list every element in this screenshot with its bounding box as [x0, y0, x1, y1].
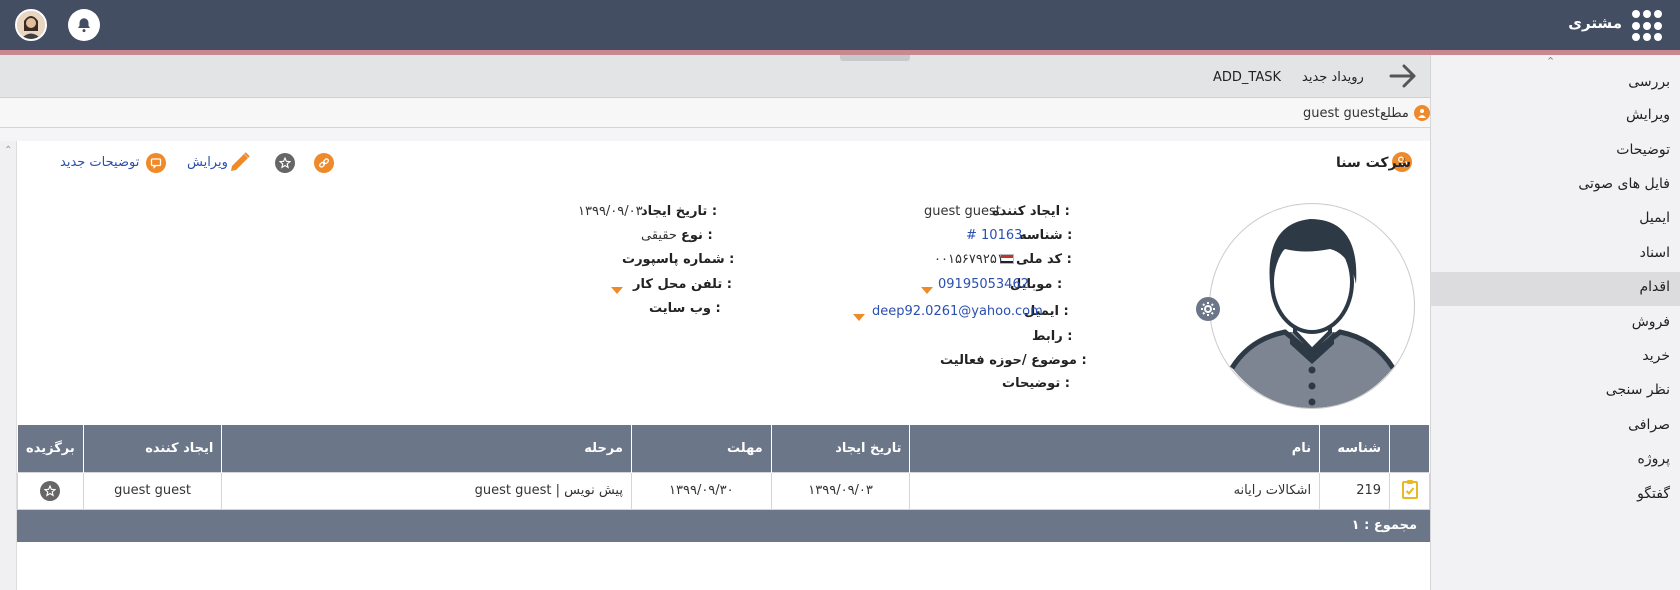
followers-label: مطلع — [1380, 106, 1409, 121]
mobile-value[interactable]: 09195053462 — [938, 277, 1029, 292]
subject-label: موضوع /حوزه فعالیت : — [940, 353, 1087, 368]
website-label: وب سایت : — [649, 301, 721, 316]
email-dropdown-caret-icon[interactable] — [853, 310, 865, 325]
actions-table: شناسه نام تاریخ ایجاد مهلت مرحله ایجاد ک… — [17, 425, 1430, 510]
pencil-icon[interactable] — [228, 150, 252, 178]
cell-created: ۱۳۹۹/۰۹/۰۳ — [770, 471, 911, 510]
sidebar-item-review[interactable]: بررسی — [1628, 74, 1670, 90]
sidebar-item-documents[interactable]: اسناد — [1640, 245, 1670, 261]
type-label: نوع : — [681, 228, 713, 243]
creator-label: ایجاد کننده : — [992, 204, 1070, 219]
link-icon[interactable] — [314, 153, 334, 173]
sidebar-item-notes[interactable]: توضیحات — [1616, 142, 1670, 158]
created-date-value: ۱۳۹۹/۰۹/۰۳ — [578, 204, 643, 219]
user-avatar[interactable] — [15, 9, 47, 41]
national-code-label: کد ملی : — [1016, 252, 1072, 267]
mobile-dropdown-caret-icon[interactable] — [921, 283, 933, 298]
table-footer: مجموع : ۱ — [17, 510, 1430, 542]
notifications-bell-icon[interactable] — [68, 9, 100, 41]
national-code-value: ۰۰۱۵۶۷۹۲۵۱ — [934, 252, 1004, 267]
new-event-button[interactable]: رویداد جدید — [1302, 70, 1364, 85]
chevron-up-icon[interactable]: ⌃ — [1546, 55, 1555, 68]
sidebar-item-survey[interactable]: نظر سنجی — [1606, 382, 1670, 398]
cell-creator: guest guest — [82, 471, 223, 510]
table-total: مجموع : ۱ — [1351, 518, 1417, 533]
profile-picture[interactable] — [1209, 203, 1415, 409]
table-row[interactable]: 219 اشکالات رایانه ۱۳۹۹/۰۹/۰۳ ۱۳۹۹/۰۹/۳۰… — [17, 471, 1430, 510]
table-header-id[interactable]: شناسه — [1319, 425, 1391, 472]
work-phone-label: تلفن محل کار : — [633, 277, 732, 292]
toolbar-collapse-handle[interactable] — [840, 55, 910, 61]
table-header-creator[interactable]: ایجاد کننده — [82, 425, 223, 472]
add-task-button[interactable]: ADD_TASK — [1213, 70, 1281, 85]
app-title: مشتری — [1568, 14, 1622, 32]
creator-value: guest guest — [924, 204, 1001, 219]
passport-label: شماره پاسپورت : — [622, 252, 735, 267]
work-phone-dropdown-caret-icon[interactable] — [611, 283, 623, 298]
comment-icon[interactable] — [146, 153, 166, 173]
email-value[interactable]: deep92.0261@yahoo.com — [872, 304, 1043, 319]
apps-grid-icon[interactable] — [1632, 10, 1664, 42]
follower-user[interactable]: guest guest — [1303, 106, 1380, 121]
sidebar-item-project[interactable]: پروژه — [1638, 451, 1670, 467]
sidebar-item-exchange[interactable]: صرافی — [1628, 417, 1670, 433]
sidebar-item-audio[interactable]: فایل های صوتی — [1578, 176, 1670, 192]
id-label: شناسه : — [1019, 228, 1073, 243]
arrow-right-icon[interactable] — [1388, 62, 1418, 94]
scrollbar[interactable]: ⌃ — [0, 141, 17, 590]
liaison-label: رابط : — [1032, 329, 1073, 344]
cell-id: 219 — [1319, 471, 1391, 510]
followers-bar — [0, 98, 1430, 128]
table-header-deadline[interactable]: مهلت — [630, 425, 772, 472]
table-header-created[interactable]: تاریخ ایجاد — [770, 425, 911, 472]
cell-stage: پیش نویس | guest guest — [221, 471, 632, 510]
new-notes-button[interactable]: توضیحات جدید — [60, 155, 139, 170]
sidebar-item-purchase[interactable]: خرید — [1642, 348, 1670, 364]
table-header-icon — [1389, 425, 1430, 472]
sidebar-item-actions[interactable]: اقدام — [1640, 279, 1671, 295]
table-header-name[interactable]: نام — [909, 425, 1321, 472]
sidebar-item-edit[interactable]: ویرایش — [1626, 107, 1670, 123]
type-value: حقیقی — [641, 228, 677, 243]
id-value[interactable]: # 10163 — [966, 228, 1022, 243]
user-circle-icon — [1414, 105, 1430, 122]
company-name: شرکت سنا — [1336, 155, 1412, 171]
cell-name[interactable]: اشکالات رایانه — [909, 471, 1321, 510]
top-bar — [0, 0, 1680, 50]
edit-button[interactable]: ویرایش — [187, 155, 228, 170]
sidebar-item-email[interactable]: ایمیل — [1639, 210, 1670, 226]
table-header-favorite[interactable]: برگزیده — [17, 425, 84, 472]
cell-deadline: ۱۳۹۹/۰۹/۳۰ — [630, 471, 772, 510]
task-clipboard-icon — [1389, 471, 1430, 510]
notes-label: توضیحات : — [1002, 376, 1070, 391]
sidebar-item-chat[interactable]: گفتگو — [1637, 486, 1670, 502]
table-header-row: شناسه نام تاریخ ایجاد مهلت مرحله ایجاد ک… — [17, 425, 1430, 472]
favorite-star-icon[interactable] — [275, 153, 295, 173]
created-date-label: تاریخ ایجاد : — [641, 204, 718, 219]
sidebar-item-sales[interactable]: فروش — [1632, 314, 1670, 330]
gear-icon[interactable] — [1196, 297, 1220, 321]
table-header-stage[interactable]: مرحله — [221, 425, 632, 472]
row-favorite-star-icon[interactable] — [17, 471, 84, 510]
